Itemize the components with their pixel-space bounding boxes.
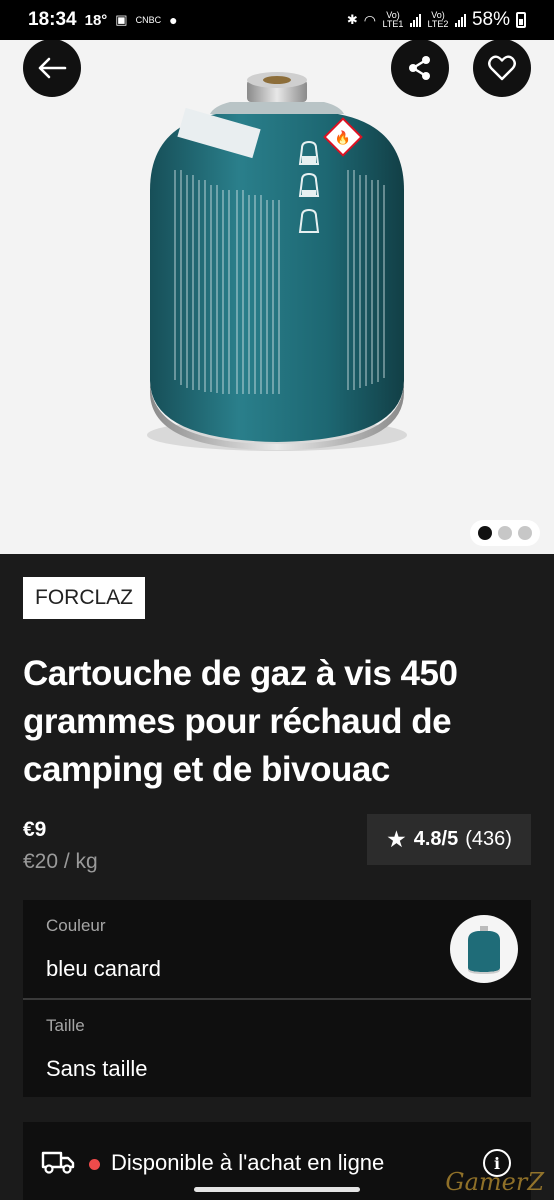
battery-text: 58% [471, 9, 510, 30]
availability-status-dot [89, 1159, 100, 1170]
product-details: FORCLAZ Cartouche de gaz à vis 450 gramm… [0, 554, 554, 1200]
star-icon: ★ [386, 826, 407, 852]
carousel-dot-1[interactable] [478, 526, 492, 540]
size-label: Taille [46, 1016, 85, 1035]
gallery-icon: ▣ [115, 12, 128, 27]
share-button[interactable] [391, 40, 449, 97]
status-bar: 18:34 18° ▣ CNBC ● ✱ ◠ Vo) LTE1 Vo) LTE2… [0, 0, 554, 40]
status-temperature: 18° [84, 11, 108, 29]
color-label: Couleur [46, 916, 106, 935]
unit-price: €20 / kg [23, 850, 98, 873]
watermark: GamerZ [445, 1168, 544, 1196]
wifi-icon: ◠ [363, 11, 376, 28]
product-image-carousel[interactable]: 🔥 [0, 40, 554, 554]
rating-count: (436) [465, 828, 512, 850]
carousel-pagination [470, 520, 540, 546]
favorite-button[interactable] [473, 40, 531, 97]
arrow-left-icon [38, 57, 67, 79]
status-time: 18:34 [28, 9, 77, 30]
rating-value: 4.8/5 [413, 828, 459, 850]
battery-icon [516, 12, 526, 28]
color-value: bleu canard [46, 956, 161, 981]
color-swatch-thumbnail[interactable] [450, 915, 518, 983]
carousel-dot-3[interactable] [518, 526, 532, 540]
sim2-label: Vo) LTE2 [427, 10, 449, 29]
share-icon [409, 56, 430, 80]
sim1-label: Vo) LTE1 [382, 10, 404, 29]
signal-2-icon [454, 13, 466, 27]
product-price: €9 [23, 818, 47, 841]
size-value: Sans taille [46, 1056, 148, 1081]
carousel-dot-2[interactable] [498, 526, 512, 540]
home-indicator[interactable] [194, 1187, 360, 1192]
bluetooth-icon: ✱ [346, 12, 358, 27]
signal-1-icon [409, 13, 421, 27]
color-selector[interactable]: Couleur bleu canard [23, 900, 531, 998]
rating-badge[interactable]: ★ 4.8/5 (436) [367, 814, 531, 865]
size-selector[interactable]: Taille Sans taille [23, 1000, 531, 1097]
product-title: Cartouche de gaz à vis 450 grammes pour … [23, 654, 458, 789]
heart-icon [488, 55, 516, 81]
canister-thumbnail-image [468, 926, 500, 974]
availability-text: Disponible à l'achat en ligne [111, 1150, 385, 1175]
notification-dot-icon: ● [169, 12, 178, 28]
product-image: 🔥 [147, 72, 407, 451]
cnbc-icon: CNBC [135, 14, 162, 25]
brand-badge[interactable]: FORCLAZ [23, 577, 146, 619]
delivery-truck-icon [41, 1151, 75, 1174]
back-button[interactable] [23, 40, 81, 97]
svg-text:🔥: 🔥 [335, 130, 351, 146]
